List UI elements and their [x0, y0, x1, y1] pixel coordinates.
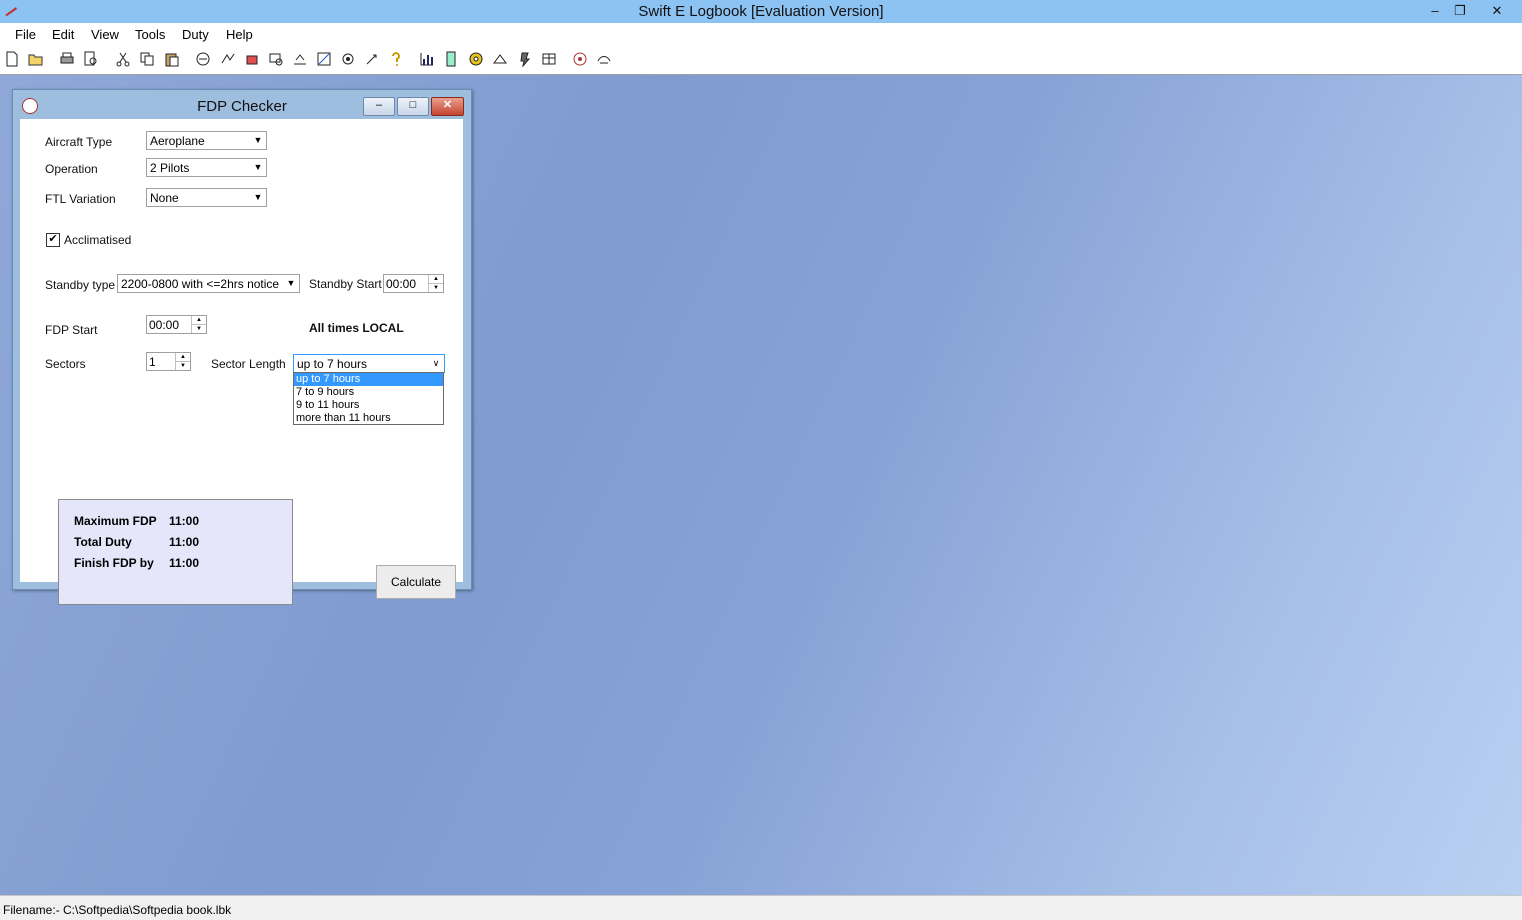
standby-start-label: Standby Start [309, 277, 382, 291]
standby-start-spinner[interactable]: 00:00 ▲ ▼ [383, 274, 444, 293]
fdp-checker-dialog: FDP Checker – □ ✕ Aircraft Type Aeroplan… [12, 89, 472, 605]
app-title-bar: Swift E Logbook [Evaluation Version] – ❐… [0, 0, 1522, 23]
tool-icon-9[interactable] [492, 51, 508, 67]
finish-fdp-label: Finish FDP by [74, 556, 154, 570]
tool-icon-4[interactable] [268, 51, 284, 67]
tool-icon-8[interactable] [364, 51, 380, 67]
menu-bar: File Edit View Tools Duty Help [0, 23, 1522, 46]
finish-fdp-value: 11:00 [169, 556, 200, 570]
sector-length-label: Sector Length [211, 357, 286, 371]
standby-type-label: Standby type [45, 278, 116, 292]
sector-length-option[interactable]: more than 11 hours [294, 412, 443, 425]
calculator-icon[interactable] [443, 51, 459, 67]
aircraft-type-label: Aircraft Type [45, 135, 113, 149]
menu-help[interactable]: Help [226, 27, 253, 42]
spin-down-icon[interactable]: ▼ [191, 325, 206, 333]
tool-icon-13[interactable] [596, 51, 612, 67]
calculate-button[interactable]: Calculate [376, 565, 456, 599]
dialog-client-area: Aircraft Type Aeroplane ▼ Operation 2 Pi… [20, 119, 463, 605]
spin-up-icon[interactable]: ▲ [191, 316, 206, 325]
acclimatised-label: Acclimatised [64, 233, 132, 247]
results-panel: Maximum FDP 11:00 Total Duty 11:00 Finis… [58, 499, 293, 605]
print-preview-icon[interactable] [83, 51, 99, 67]
tool-icon-2[interactable] [220, 51, 236, 67]
copy-icon[interactable] [139, 51, 155, 67]
menu-view[interactable]: View [91, 27, 119, 42]
spin-up-icon[interactable]: ▲ [175, 353, 190, 362]
ftl-variation-label: FTL Variation [45, 192, 116, 206]
fdp-start-spinner[interactable]: 00:00 ▲ ▼ [146, 315, 207, 334]
tool-icon-6[interactable] [316, 51, 332, 67]
app-title: Swift E Logbook [Evaluation Version] [638, 3, 884, 20]
tool-icon-11[interactable] [541, 51, 557, 67]
chevron-down-icon: ∨ [432, 358, 440, 368]
paste-icon[interactable] [164, 51, 180, 67]
toolbar [0, 46, 1522, 75]
sectors-label: Sectors [45, 357, 86, 371]
sector-length-option[interactable]: 9 to 11 hours [294, 399, 443, 412]
dialog-restore-button[interactable]: □ [397, 97, 429, 116]
new-icon[interactable] [4, 51, 20, 67]
print-icon[interactable] [59, 51, 75, 67]
open-icon[interactable] [28, 51, 44, 67]
tool-icon-12[interactable] [572, 51, 588, 67]
dialog-minimize-button[interactable]: – [363, 97, 395, 116]
tool-icon-10[interactable] [517, 51, 533, 67]
chevron-down-icon: ▼ [253, 162, 263, 172]
total-duty-value: 11:00 [169, 535, 200, 549]
help-icon[interactable] [388, 51, 404, 67]
ftl-variation-select[interactable]: None ▼ [146, 188, 267, 207]
dialog-close-button[interactable]: ✕ [431, 97, 464, 116]
tool-icon-7[interactable] [340, 51, 356, 67]
maximum-fdp-label: Maximum FDP [74, 514, 157, 528]
spin-down-icon[interactable]: ▼ [428, 284, 443, 292]
close-button[interactable]: ✕ [1482, 0, 1512, 22]
menu-file[interactable]: File [15, 27, 36, 42]
total-duty-label: Total Duty [74, 535, 132, 549]
chevron-down-icon: ▼ [253, 135, 263, 145]
operation-label: Operation [45, 162, 98, 176]
sector-length-dropdown: up to 7 hours 7 to 9 hours 9 to 11 hours… [293, 372, 444, 425]
tool-icon-1[interactable] [195, 51, 211, 67]
tool-icon-5[interactable] [292, 51, 308, 67]
sector-length-option[interactable]: 7 to 9 hours [294, 386, 443, 399]
aircraft-type-select[interactable]: Aeroplane ▼ [146, 131, 267, 150]
menu-edit[interactable]: Edit [52, 27, 74, 42]
sector-length-option[interactable]: up to 7 hours [294, 373, 443, 386]
status-bar: Filename:- C:\Softpedia\Softpedia book.l… [0, 895, 1522, 920]
maximum-fdp-value: 11:00 [169, 514, 200, 528]
standby-type-select[interactable]: 2200-0800 with <=2hrs notice ▼ [117, 274, 300, 293]
chevron-down-icon: ▼ [253, 192, 263, 202]
spin-down-icon[interactable]: ▼ [175, 362, 190, 370]
tool-icon-3[interactable] [244, 51, 260, 67]
menu-tools[interactable]: Tools [135, 27, 165, 42]
filename-status: Filename:- C:\Softpedia\Softpedia book.l… [3, 903, 232, 917]
chevron-down-icon: ▼ [286, 278, 296, 288]
all-times-local-note: All times LOCAL [309, 321, 404, 335]
sector-length-select[interactable]: up to 7 hours ∨ [293, 354, 445, 373]
sectors-spinner[interactable]: 1 ▲ ▼ [146, 352, 191, 371]
fdp-start-label: FDP Start [45, 323, 98, 337]
acclimatised-checkbox[interactable]: ✔ [46, 233, 60, 247]
operation-select[interactable]: 2 Pilots ▼ [146, 158, 267, 177]
chart-icon[interactable] [419, 51, 435, 67]
settings-icon[interactable] [468, 51, 484, 67]
cut-icon[interactable] [115, 51, 131, 67]
restore-button[interactable]: ❐ [1445, 0, 1475, 22]
menu-duty[interactable]: Duty [182, 27, 209, 42]
spin-up-icon[interactable]: ▲ [428, 275, 443, 284]
